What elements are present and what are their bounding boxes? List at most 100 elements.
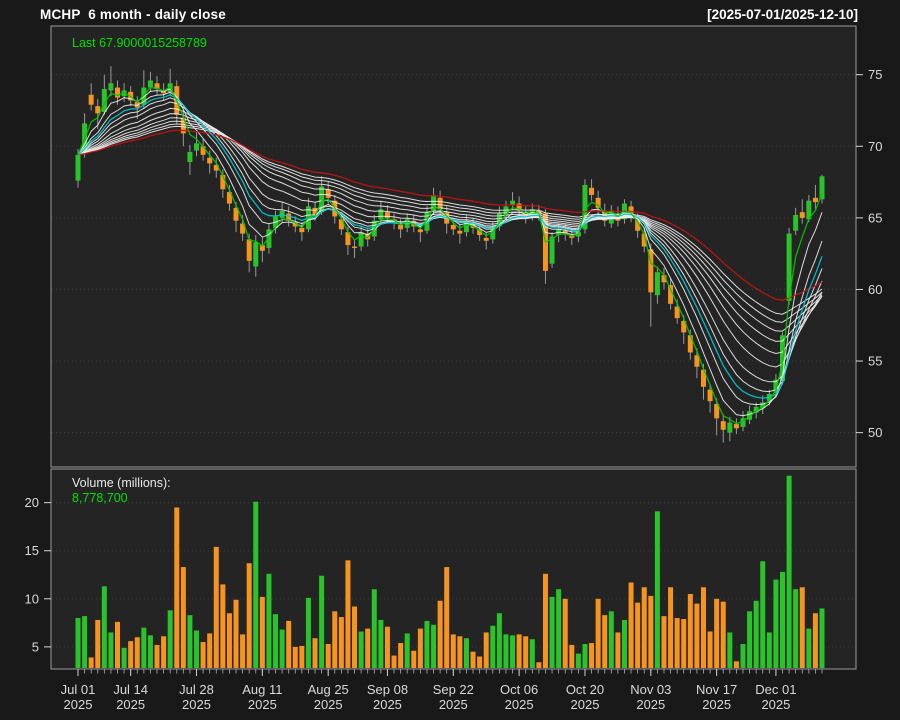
candle-up	[727, 423, 732, 433]
volume-bar	[530, 639, 535, 668]
volume-bar	[128, 641, 133, 668]
x-axis-label-year: 2025	[64, 697, 93, 712]
volume-bar	[161, 636, 166, 668]
x-axis-label: Aug 25	[308, 682, 349, 697]
candle-up	[266, 229, 271, 248]
volume-bar	[313, 638, 318, 668]
candle-up	[655, 272, 660, 295]
volume-bar	[115, 622, 120, 668]
candle-up	[793, 215, 798, 231]
volume-bar	[451, 634, 456, 668]
volume-bar	[326, 644, 331, 668]
volume-bar	[431, 625, 436, 668]
volume-bar	[253, 502, 258, 668]
volume-bar	[89, 657, 94, 668]
volume-bar	[563, 599, 568, 668]
candle-up	[108, 83, 113, 90]
volume-bar	[247, 563, 252, 668]
volume-bar	[471, 652, 476, 668]
candle-down	[89, 95, 94, 105]
volume-bar	[655, 511, 660, 668]
volume-bar	[82, 616, 87, 668]
x-axis-label: Nov 17	[696, 682, 737, 697]
x-axis-label: Jul 14	[113, 682, 148, 697]
volume-bar	[747, 611, 752, 668]
volume-bar	[596, 599, 601, 668]
x-axis-label: Oct 20	[566, 682, 604, 697]
volume-bar	[385, 627, 390, 668]
volume-bar	[510, 635, 515, 668]
volume-bar	[740, 644, 745, 668]
volume-bar	[273, 614, 278, 668]
volume-bar	[694, 604, 699, 668]
volume-bar	[675, 618, 680, 668]
volume-bar	[523, 636, 528, 668]
price-tick-label: 70	[868, 139, 882, 154]
volume-bar	[701, 587, 706, 668]
candle-down	[299, 228, 304, 232]
candle-up	[820, 176, 825, 199]
volume-bar	[141, 628, 146, 668]
volume-bar	[543, 574, 548, 668]
x-axis-label: Oct 06	[500, 682, 538, 697]
candle-down	[247, 239, 252, 260]
x-axis-label: Jul 28	[179, 682, 214, 697]
volume-bar	[760, 561, 765, 668]
volume-last-value: 8,778,700	[72, 491, 128, 505]
volume-bar	[359, 632, 364, 669]
candle-down	[451, 225, 456, 229]
volume-bar	[319, 576, 324, 668]
candle-down	[398, 225, 403, 229]
volume-bar	[688, 594, 693, 668]
volume-bar	[773, 580, 778, 668]
price-tick-label: 65	[868, 210, 882, 225]
volume-bar	[155, 645, 160, 668]
volume-bar	[102, 586, 107, 668]
x-axis-label: Dec 01	[755, 682, 796, 697]
volume-bar	[293, 647, 298, 668]
x-axis-label-year: 2025	[636, 697, 665, 712]
volume-bar	[306, 598, 311, 668]
volume-bar	[497, 613, 502, 668]
chart-window: MCHP 6 month - daily close [2025-07-01/2…	[0, 0, 900, 720]
candle-down	[813, 198, 818, 202]
volume-title: Volume (millions):	[72, 476, 171, 490]
volume-bar	[681, 619, 686, 668]
candle-up	[76, 155, 81, 181]
volume-bar	[484, 632, 489, 668]
candle-down	[95, 106, 100, 113]
volume-tick-label: 5	[32, 639, 39, 654]
volume-bar	[609, 611, 614, 668]
volume-bar	[589, 643, 594, 668]
volume-tick-label: 10	[25, 591, 39, 606]
volume-bar	[648, 596, 653, 668]
volume-bar	[345, 560, 350, 668]
volume-bar	[477, 657, 482, 669]
volume-bar	[569, 645, 574, 668]
volume-bar	[582, 644, 587, 668]
x-axis-label-year: 2025	[702, 697, 731, 712]
volume-bar	[767, 632, 772, 668]
volume-bar	[721, 602, 726, 668]
volume-bar	[148, 635, 153, 668]
x-axis-label-year: 2025	[116, 697, 145, 712]
volume-bar	[780, 572, 785, 668]
volume-bar	[405, 633, 410, 668]
volume-bar	[734, 661, 739, 668]
candle-down	[734, 424, 739, 428]
volume-bar	[800, 587, 805, 668]
volume-bar	[207, 633, 212, 668]
volume-bar	[642, 587, 647, 668]
volume-bar	[418, 629, 423, 668]
volume-bar	[438, 601, 443, 668]
candle-down	[708, 390, 713, 401]
volume-bar	[286, 621, 291, 668]
candle-up	[148, 80, 153, 87]
volume-bar	[299, 646, 304, 668]
x-axis-label: Sep 22	[433, 682, 474, 697]
volume-bar	[490, 626, 495, 668]
candle-down	[589, 188, 594, 195]
volume-bar	[635, 603, 640, 668]
volume-bar	[266, 574, 271, 668]
volume-bar	[365, 629, 370, 668]
